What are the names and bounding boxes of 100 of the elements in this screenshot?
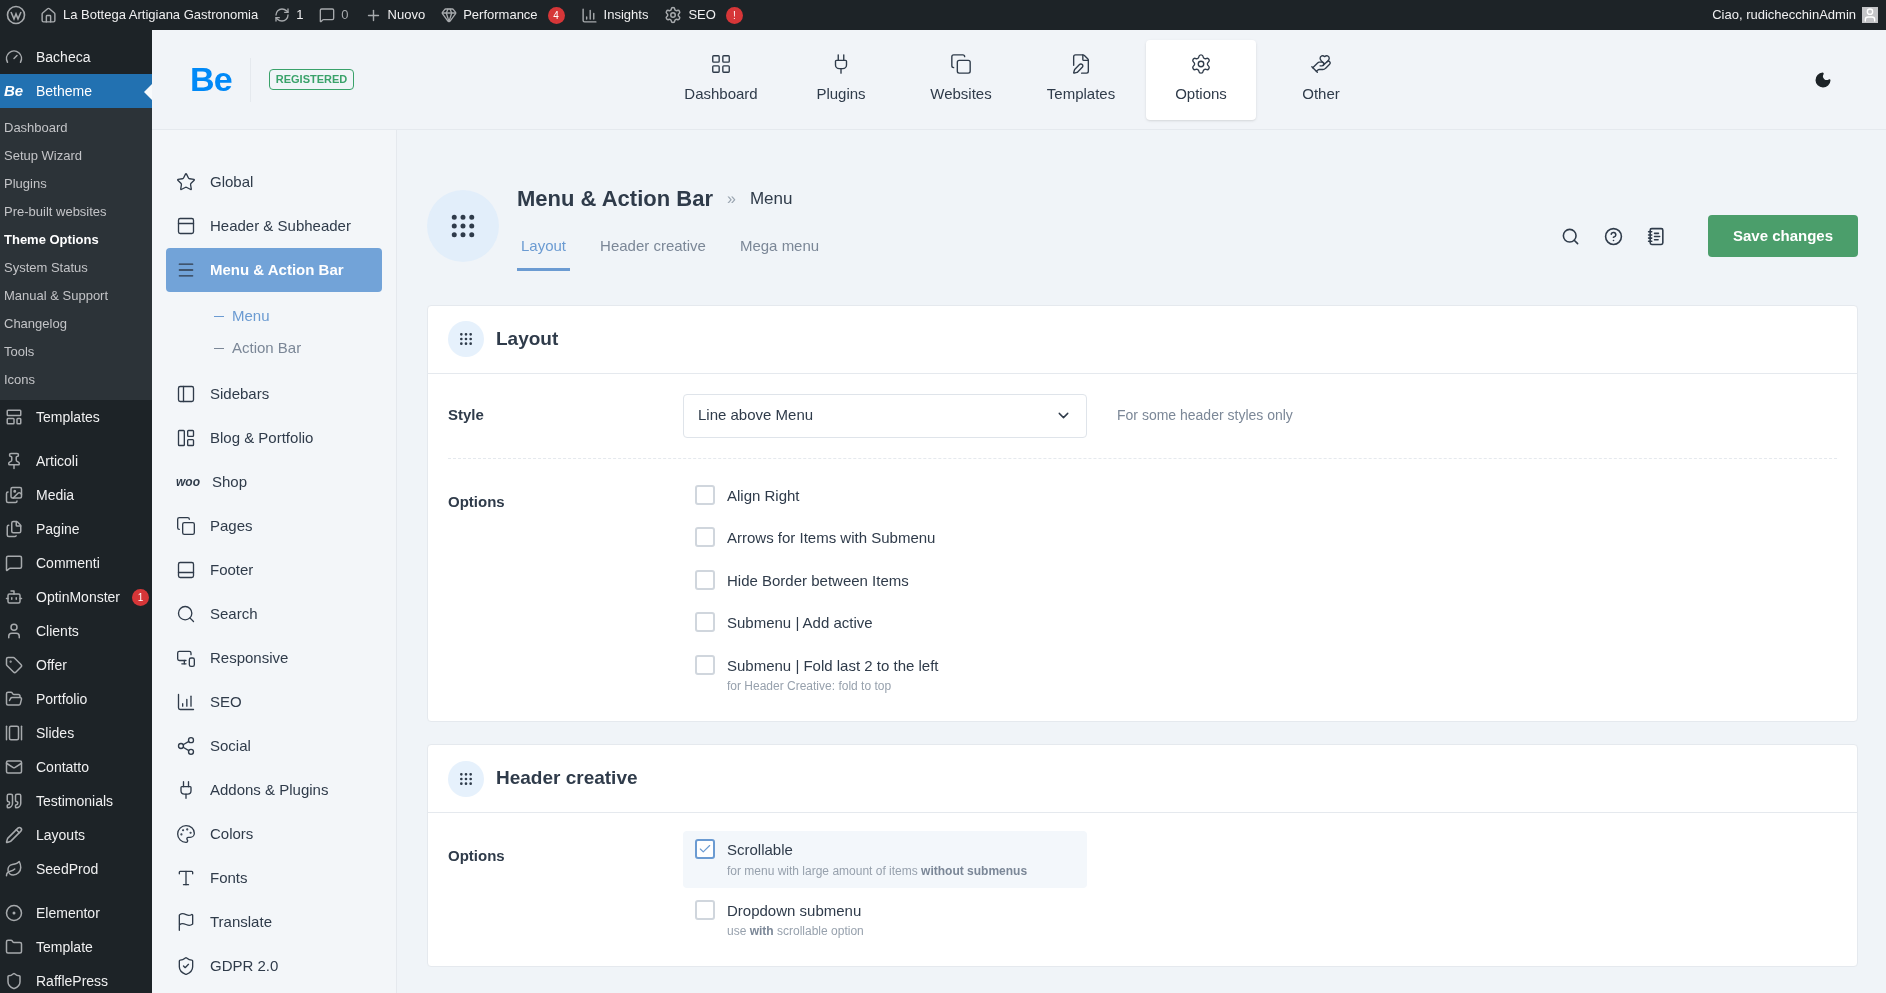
comments-link[interactable]: 0 [311,5,357,25]
help-icon[interactable] [1604,226,1623,246]
admin-menu-item[interactable]: Be Betheme [0,74,152,108]
columns-icon [176,428,196,448]
nav-item[interactable]: Responsive [166,636,382,680]
nav-item[interactable]: GDPR 2.0 [166,944,382,988]
checkbox-option[interactable]: Submenu | Fold last 2 to the left for Header Creative: fold to top [683,646,1087,703]
checkbox-option[interactable]: Align Right [683,476,1087,515]
admin-submenu-item[interactable]: Plugins [0,170,152,198]
new-link[interactable]: Nuovo [356,5,434,25]
admin-menu-item[interactable]: Slides [0,716,152,750]
nav-item[interactable]: Global [166,160,382,204]
admin-menu-item[interactable]: Articoli [0,434,152,478]
pages-icon [4,520,24,538]
field-label: Options [448,491,506,512]
updates-link[interactable]: 1 [266,5,312,25]
admin-menu-item[interactable]: Elementor [0,886,152,930]
nav-item[interactable]: Social [166,724,382,768]
admin-menu-item[interactable]: Commenti [0,546,152,580]
admin-menu-item[interactable]: Media [0,478,152,512]
header-tab[interactable]: Templates [1026,39,1136,120]
nav-item[interactable]: Translate [166,900,382,944]
notes-icon[interactable] [1647,226,1666,246]
checkbox-option[interactable]: Dropdown submenu use with scrollable option [683,891,1087,948]
header-tab[interactable]: Options [1146,39,1256,120]
field-label: Options [448,846,506,866]
nav-item[interactable]: Header & Subheader [166,204,382,248]
checkbox-option[interactable]: Scrollable for menu with large amount of items without submenus [683,831,1087,888]
moon-icon[interactable] [1814,70,1832,89]
check-icon [698,842,712,856]
header-tab[interactable]: Dashboard [666,39,776,120]
admin-submenu-item[interactable]: System Status [0,254,152,282]
nav-item[interactable]: Search [166,592,382,636]
admin-menu-item[interactable]: Template [0,930,152,964]
nav-item[interactable]: Fonts [166,856,382,900]
admin-submenu-item[interactable]: Changelog [0,310,152,338]
admin-menu-item[interactable]: SeedProd [0,852,152,886]
admin-menu-item[interactable]: Bacheca [0,40,152,74]
admin-menu-item[interactable]: Templates [0,400,152,434]
option-label: Hide Border between Items [727,570,909,591]
admin-submenu-item[interactable]: Manual & Support [0,282,152,310]
search-icon[interactable] [1561,226,1580,246]
checkbox[interactable] [695,654,715,675]
option-label: Dropdown submenu [727,900,863,921]
checkbox-option[interactable]: Hide Border between Items [683,561,1087,600]
nav-item[interactable]: Sidebars [166,372,382,416]
seo-label: SEO [688,6,716,25]
admin-submenu-item[interactable]: Theme Options [0,226,152,254]
account-link[interactable]: Ciao, rudichecchinAdmin [1704,5,1886,25]
admin-menu-item[interactable]: Portfolio [0,682,152,716]
comment-icon [319,7,336,23]
admin-menu-item[interactable]: Clients [0,614,152,648]
admin-submenu-item[interactable]: Pre-built websites [0,198,152,226]
star-icon [176,172,196,192]
header-tab[interactable]: Websites [906,39,1016,120]
checkbox[interactable] [695,484,715,505]
admin-submenu-item[interactable]: Dashboard [0,114,152,142]
performance-label: Performance [463,6,538,25]
grip-icon [458,770,474,787]
nav-item[interactable]: Addons & Plugins [166,768,382,812]
admin-menu-item[interactable]: OptinMonster 1 [0,580,152,614]
field-label: Style [448,405,485,426]
option-note: for menu with large amount of items without submenus [727,862,1028,880]
style-select[interactable]: Line above Menu [683,393,1087,438]
nav-item[interactable]: SEO [166,680,382,724]
admin-submenu-item[interactable]: Setup Wizard [0,142,152,170]
search-icon [176,604,196,624]
site-link[interactable]: La Bottega Artigiana Gastronomia [32,5,267,25]
nav-item[interactable]: Blog & Portfolio [166,416,382,460]
logo-icon[interactable] [6,5,26,25]
checkbox[interactable] [695,527,715,547]
header-tab[interactable]: Other [1266,39,1376,120]
option-note: for Header Creative: fold to top [727,678,893,695]
nav-item[interactable]: woo Shop [166,460,382,504]
checkbox[interactable] [695,569,715,590]
tag-icon [4,656,24,674]
seo-link[interactable]: SEO ! [656,5,751,25]
admin-menu-item[interactable]: Pagine [0,512,152,546]
gear-icon [664,6,683,24]
avatar-icon [1862,7,1878,23]
admin-menu-item[interactable]: RafflePress [0,964,152,993]
admin-submenu-item[interactable]: Icons [0,366,152,394]
nav-item[interactable]: Footer [166,548,382,592]
palette-icon [176,824,196,844]
admin-menu-item[interactable]: Layouts [0,818,152,852]
checkbox[interactable] [695,899,715,920]
header-tab[interactable]: Plugins [786,39,896,120]
insights-link[interactable]: Insights [572,5,657,25]
admin-menu-item[interactable]: Contatto [0,750,152,784]
checkbox-option[interactable]: Submenu | Add active [683,604,1087,643]
checkbox[interactable] [695,612,715,632]
checkbox-option[interactable]: Arrows for Items with Submenu [683,519,1087,558]
nav-item[interactable]: Pages [166,504,382,548]
nav-item[interactable]: Colors [166,812,382,856]
admin-submenu-item[interactable]: Tools [0,338,152,366]
admin-menu-item[interactable]: Testimonials [0,784,152,818]
field-hint: For some header styles only [1117,406,1293,425]
performance-link[interactable]: Performance 4 [433,5,573,25]
checkbox[interactable] [695,839,715,859]
admin-menu-item[interactable]: Offer [0,648,152,682]
